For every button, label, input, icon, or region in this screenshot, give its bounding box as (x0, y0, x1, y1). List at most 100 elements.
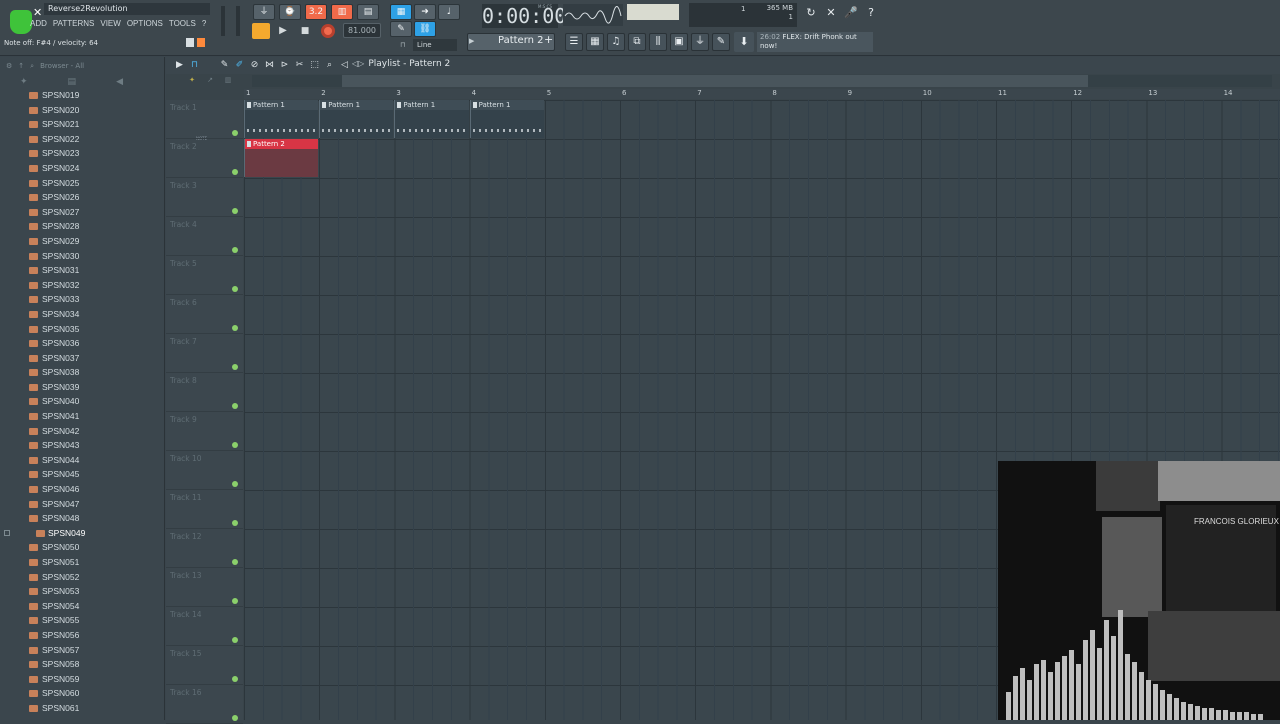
browser-item[interactable]: SPSN035 (0, 322, 165, 337)
track-mute-led[interactable] (232, 130, 238, 136)
browser-item[interactable]: SPSN043 (0, 438, 165, 453)
track-header[interactable]: Track 12 (166, 529, 243, 568)
browser-item[interactable]: SPSN027 (0, 205, 165, 220)
snap-select[interactable]: Line (413, 39, 457, 51)
browser-item[interactable]: SPSN031 (0, 263, 165, 278)
clip-menu-icon[interactable] (247, 141, 251, 147)
blend-notes-button[interactable]: ▤ (357, 4, 379, 20)
browser-item[interactable]: SPSN026 (0, 190, 165, 205)
menu-view[interactable]: VIEW (100, 19, 120, 31)
browser-options-icon[interactable]: ⚙ (6, 62, 12, 70)
track-header[interactable]: Track 3 (166, 178, 243, 217)
browser-item[interactable]: SPSN044 (0, 453, 165, 468)
browser-item[interactable]: SPSN036 (0, 336, 165, 351)
browser-icon[interactable]: ⧉ (628, 33, 646, 51)
horizontal-scrollbar[interactable] (252, 75, 1272, 87)
track-header[interactable]: Track 2 (166, 139, 243, 178)
browser-item[interactable]: SPSN042 (0, 424, 165, 439)
track-mute-led[interactable] (232, 208, 238, 214)
paint-icon[interactable]: ✐ (234, 59, 245, 71)
track-header[interactable]: Track 13 (166, 568, 243, 607)
close-icon[interactable]: ✕ (33, 6, 42, 19)
browser-item[interactable]: SPSN057 (0, 643, 165, 658)
arrow-button[interactable]: ➜ (414, 4, 436, 20)
pattern-clip[interactable]: Pattern 2 (244, 139, 318, 177)
help-icon[interactable]: ? (864, 6, 878, 20)
browser-item[interactable]: SPSN023 (0, 146, 165, 161)
track-mute-led[interactable] (232, 637, 238, 643)
playlist-menu-icon[interactable]: ▶ (174, 59, 185, 71)
menu-options[interactable]: OPTIONS (127, 19, 163, 31)
play-button[interactable]: ▶ (276, 24, 290, 38)
select-icon[interactable]: ⬚ (309, 59, 320, 71)
track-mute-led[interactable] (232, 403, 238, 409)
browser-item[interactable]: SPSN045 (0, 467, 165, 482)
piano-small-icon[interactable]: ▥ (222, 76, 234, 87)
track-mute-led[interactable] (232, 286, 238, 292)
track-header[interactable]: Track 11 (166, 490, 243, 529)
browser-item[interactable]: SPSN037 (0, 351, 165, 366)
browser-item[interactable]: SPSN051 (0, 555, 165, 570)
clip-menu-icon[interactable] (322, 102, 326, 108)
track-header[interactable]: Track 7 (166, 334, 243, 373)
browser-item[interactable]: SPSN061 (0, 701, 165, 716)
playlist-icon[interactable]: ☰ (565, 33, 583, 51)
channel-rack-icon[interactable]: ▦ (586, 33, 604, 51)
pattern-clip[interactable]: Pattern 1 (244, 100, 318, 138)
menu-tools[interactable]: TOOLS (169, 19, 196, 31)
collapse-icon[interactable]: ◀ (116, 77, 123, 87)
clip-menu-icon[interactable] (473, 102, 477, 108)
add-track-icon[interactable]: ✦ (186, 76, 198, 87)
plug-icon[interactable]: ⏚ (691, 33, 709, 51)
browser-item[interactable]: SPSN062 (0, 716, 165, 720)
track-mute-led[interactable] (232, 481, 238, 487)
track-header[interactable]: Track 5 (166, 256, 243, 295)
track-mute-led[interactable] (232, 598, 238, 604)
arrange-icon[interactable]: ↗ (204, 76, 216, 87)
draw-tool-button[interactable]: ✎ (390, 21, 412, 37)
microphone-icon[interactable]: 🎤 (844, 6, 858, 20)
track-mute-led[interactable] (232, 520, 238, 526)
magnet-icon[interactable]: ⊓ (400, 41, 410, 51)
add-pattern-button[interactable]: + (544, 33, 553, 46)
browser-item[interactable]: SPSN021 (0, 117, 165, 132)
wrench-icon[interactable]: ✎ (712, 33, 730, 51)
track-mute-led[interactable] (232, 169, 238, 175)
plugin-icon[interactable]: ▣ (670, 33, 688, 51)
browser-item[interactable]: SPSN039 (0, 380, 165, 395)
timeline-ruler[interactable]: 1234567891011121314 (244, 89, 1280, 99)
scrollbar-thumb[interactable] (342, 75, 1088, 87)
record-button[interactable] (321, 24, 335, 38)
snap-magnet-icon[interactable]: ⊓ (189, 59, 200, 71)
browser-item[interactable]: SPSN022 (0, 132, 165, 147)
browser-item[interactable]: SPSN029 (0, 234, 165, 249)
wait-for-input-button[interactable]: ⌚ (279, 4, 301, 20)
track-header[interactable]: Track 1 (166, 100, 243, 139)
slip-icon[interactable]: ⊳ (279, 59, 290, 71)
browser-nav-icon[interactable]: ↑ (18, 62, 24, 70)
browser-item[interactable]: SPSN048 (0, 511, 165, 526)
track-mute-led[interactable] (232, 559, 238, 565)
browser-item[interactable]: SPSN056 (0, 628, 165, 643)
browser-item[interactable]: SPSN033 (0, 292, 165, 307)
piano-roll-icon[interactable]: ♫ (607, 33, 625, 51)
download-icon[interactable]: ⬇ (734, 32, 754, 52)
browser-item[interactable]: SPSN046 (0, 482, 165, 497)
browser-item[interactable]: SPSN020 (0, 103, 165, 118)
track-mute-led[interactable] (232, 325, 238, 331)
arrows-icon[interactable]: ◁▷ (352, 59, 364, 68)
track-header[interactable]: Track 4 (166, 217, 243, 256)
pattern-clip[interactable]: Pattern 1 (470, 100, 544, 138)
browser-item[interactable]: SPSN019 (0, 88, 165, 103)
pattern-prev-icon[interactable]: ▶ (469, 37, 474, 45)
add-folder-icon[interactable]: ✦ (20, 77, 28, 87)
track-header[interactable]: Track 14 (166, 607, 243, 646)
mute-icon[interactable]: ⋈ (264, 59, 275, 71)
piano-icon[interactable] (186, 38, 194, 47)
tools-icon[interactable]: ✕ (824, 6, 838, 20)
view-icon[interactable]: ▤ (68, 77, 77, 87)
browser-item[interactable]: SPSN034 (0, 307, 165, 322)
zoom-icon[interactable]: ⌕ (324, 59, 335, 71)
browser-item[interactable]: SPSN040 (0, 394, 165, 409)
track-header[interactable]: Track 10 (166, 451, 243, 490)
